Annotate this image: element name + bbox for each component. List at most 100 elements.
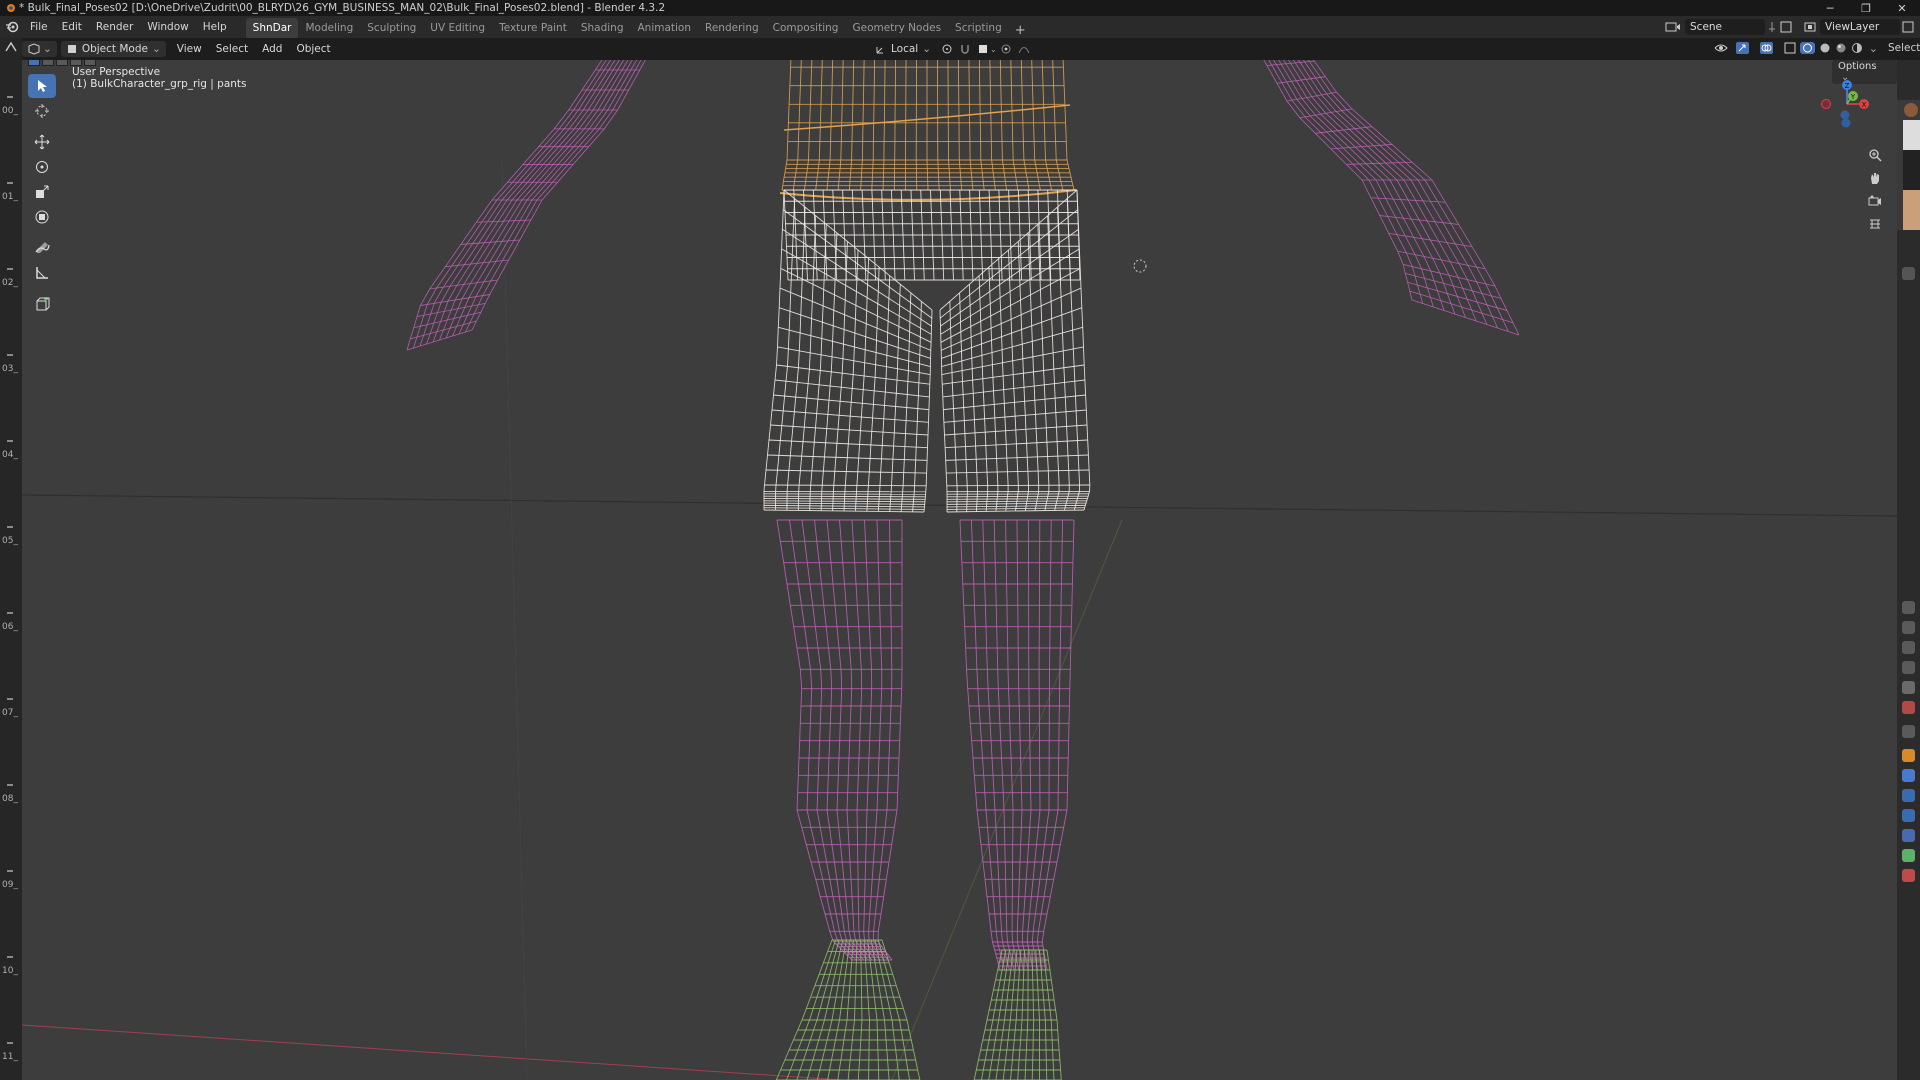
- blender-menu-icon[interactable]: [5, 20, 19, 34]
- scale-tool[interactable]: [28, 180, 56, 204]
- render-properties-icon[interactable]: [1902, 621, 1915, 634]
- cursor-tool[interactable]: [28, 99, 56, 123]
- camera-icon: [1868, 195, 1881, 206]
- output-properties-icon[interactable]: [1902, 641, 1915, 654]
- menu-select[interactable]: Select: [209, 43, 255, 55]
- 3d-viewport[interactable]: User Perspective (1) BulkCharacter_grp_r…: [22, 60, 1897, 1080]
- pin-icon[interactable]: [1765, 20, 1779, 34]
- overlays-toggle-icon[interactable]: [1759, 41, 1783, 55]
- select-new-button[interactable]: [28, 60, 40, 66]
- new-viewlayer-icon[interactable]: [1900, 20, 1916, 34]
- rendered-shading-icon[interactable]: [1849, 41, 1865, 55]
- pivot-point-icon[interactable]: [940, 42, 958, 56]
- wireframe-shading-icon[interactable]: [1799, 41, 1817, 55]
- xray-toggle-icon[interactable]: [1783, 41, 1799, 55]
- viewlayer-icon[interactable]: [1803, 20, 1817, 34]
- falloff-icon[interactable]: [1016, 42, 1034, 56]
- menu-file[interactable]: File: [23, 16, 55, 38]
- restore-button[interactable]: ❐: [1848, 0, 1884, 16]
- menu-add[interactable]: Add: [255, 43, 289, 55]
- zoom-tool[interactable]: [1864, 144, 1886, 166]
- tab-scripting[interactable]: Scripting: [948, 18, 1009, 38]
- object-properties-icon[interactable]: [1902, 749, 1915, 762]
- data-properties-icon[interactable]: [1902, 849, 1915, 862]
- tab-geometry-nodes[interactable]: Geometry Nodes: [845, 18, 948, 38]
- move-tool[interactable]: [28, 130, 56, 154]
- wire-loop: [1020, 60, 1030, 191]
- object-mode-icon: [67, 45, 76, 53]
- editor-type-icon[interactable]: [3, 40, 19, 54]
- tab-animation[interactable]: Animation: [630, 18, 698, 38]
- wire-loop: [1047, 215, 1060, 511]
- transform-orientation-dropdown[interactable]: Local ⌄: [870, 41, 936, 57]
- tool-properties-icon[interactable]: [1902, 267, 1915, 280]
- mode-dropdown[interactable]: Object Mode ⌄: [60, 41, 166, 57]
- tab-shndar[interactable]: ShnDar: [245, 18, 299, 38]
- wire-loop: [1041, 519, 1075, 971]
- select-subtract-button[interactable]: [56, 60, 68, 66]
- scene-properties-icon[interactable]: [1902, 681, 1915, 694]
- tab-texture-paint[interactable]: Texture Paint: [492, 18, 574, 38]
- constraints-properties-icon[interactable]: [1902, 829, 1915, 842]
- snap-target-icon[interactable]: ⌄: [976, 42, 998, 56]
- menu-object[interactable]: Object: [289, 43, 337, 55]
- clipped-select-label[interactable]: Select: [1888, 42, 1920, 54]
- material-properties-icon[interactable]: [1902, 869, 1915, 882]
- tab-sculpting[interactable]: Sculpting: [360, 18, 423, 38]
- camera-view-tool[interactable]: [1864, 190, 1886, 212]
- marker-dot: [7, 1042, 13, 1044]
- tool-settings-icon[interactable]: [1902, 601, 1915, 614]
- proportional-editing-icon[interactable]: [998, 42, 1016, 56]
- add-cube-tool[interactable]: [28, 292, 56, 316]
- rotate-tool[interactable]: [28, 155, 56, 179]
- physics-properties-icon[interactable]: [1902, 809, 1915, 822]
- measure-tool[interactable]: [28, 261, 56, 285]
- transform-tool[interactable]: [28, 205, 56, 229]
- gizmo-neg-z-axis[interactable]: [1841, 118, 1851, 128]
- minimize-button[interactable]: ─: [1812, 0, 1848, 16]
- marker-dot: [7, 612, 13, 614]
- solid-shading-icon[interactable]: [1817, 41, 1833, 55]
- tab-rendering[interactable]: Rendering: [698, 18, 766, 38]
- wire-loop: [998, 258, 1009, 512]
- modifier-properties-icon[interactable]: [1902, 769, 1915, 782]
- annotate-tool[interactable]: [28, 236, 56, 260]
- grid-icon: [1870, 219, 1880, 229]
- new-scene-icon[interactable]: [1779, 20, 1793, 34]
- select-extend-button[interactable]: [42, 60, 54, 66]
- wire-loop: [826, 60, 834, 191]
- scene-field[interactable]: Scene: [1685, 19, 1765, 35]
- select-box-tool[interactable]: [28, 74, 56, 98]
- wire-loop: [949, 301, 958, 512]
- menu-help[interactable]: Help: [196, 16, 234, 38]
- material-shading-icon[interactable]: [1833, 41, 1849, 55]
- tab-uv-editing[interactable]: UV Editing: [423, 18, 492, 38]
- editor-type-dropdown[interactable]: ⌄: [22, 41, 57, 57]
- visibility-icon[interactable]: [1713, 41, 1735, 55]
- gizmo-neg-y-axis[interactable]: [1840, 110, 1850, 120]
- add-workspace-button[interactable]: +: [1009, 23, 1032, 38]
- ortho-toggle-tool[interactable]: [1864, 213, 1886, 235]
- menu-view[interactable]: View: [170, 43, 209, 55]
- menu-window[interactable]: Window: [140, 16, 195, 38]
- x-axis-line: [22, 1024, 843, 1080]
- view-layer-properties-icon[interactable]: [1902, 661, 1915, 674]
- collection-properties-icon[interactable]: [1902, 725, 1915, 738]
- tab-shading[interactable]: Shading: [574, 18, 631, 38]
- chevron-down-icon[interactable]: ⌄: [1869, 42, 1878, 55]
- menu-render[interactable]: Render: [89, 16, 140, 38]
- scene-icon[interactable]: [1664, 20, 1682, 34]
- wire-loop: [939, 309, 948, 512]
- pan-tool[interactable]: [1864, 167, 1886, 189]
- menu-edit[interactable]: Edit: [55, 16, 89, 38]
- gizmo-toggle-icon[interactable]: [1735, 41, 1759, 55]
- wire-loop: [1031, 60, 1041, 191]
- viewlayer-field[interactable]: ViewLayer: [1820, 19, 1900, 35]
- tab-compositing[interactable]: Compositing: [766, 18, 846, 38]
- gizmo-neg-x-axis[interactable]: [1821, 99, 1831, 109]
- world-properties-icon[interactable]: [1902, 701, 1915, 714]
- tab-modeling[interactable]: Modeling: [298, 18, 360, 38]
- close-button[interactable]: ✕: [1884, 0, 1920, 16]
- particles-properties-icon[interactable]: [1902, 789, 1915, 802]
- snap-icon[interactable]: [958, 42, 976, 56]
